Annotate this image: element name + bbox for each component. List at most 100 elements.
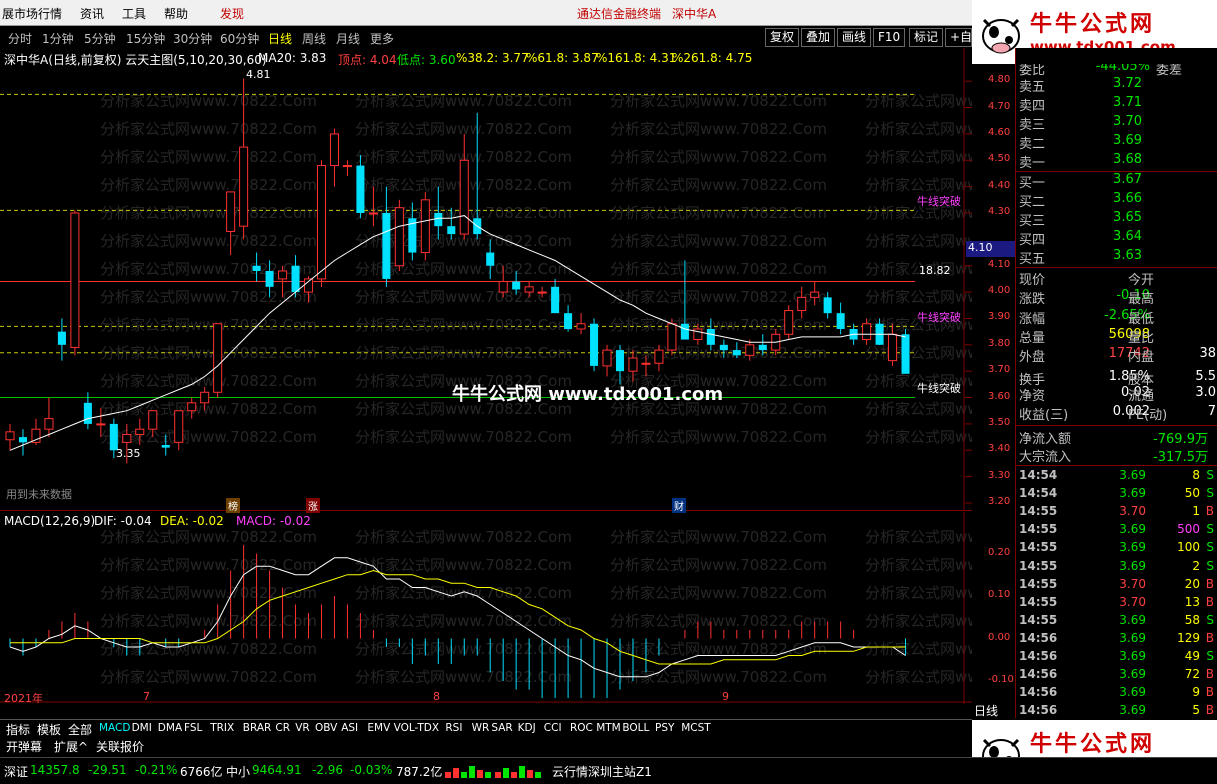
tick-price: 3.70 — [1119, 504, 1146, 519]
restore-rights-button[interactable]: 复权 — [765, 28, 800, 47]
period-more[interactable]: 更多 — [370, 30, 394, 47]
stat-label2: 流通 — [1128, 388, 1155, 404]
indicator-tab[interactable]: PSY — [655, 722, 674, 734]
watermark-text: 分析家公式网www.70822.Com — [100, 232, 317, 250]
stat-row: 总量 56098 量比 — [1016, 327, 1217, 346]
indicator-tab[interactable]: VR — [295, 722, 309, 734]
buy-level-row[interactable]: 买二 3.66 — [1016, 191, 1217, 210]
period-tab[interactable]: 15分钟 — [126, 30, 165, 47]
stat-label2: 最高 — [1128, 292, 1155, 308]
overlay-button[interactable]: 叠加 — [801, 28, 836, 47]
indicator-tab[interactable]: KDJ — [518, 722, 536, 734]
indicator-tab[interactable]: EMV — [367, 722, 390, 734]
watermark-text: 分析家公式网www.70822.Com — [355, 288, 572, 306]
indicator-tab[interactable]: TRIX — [210, 722, 234, 734]
watermark-text: 分析家公式网www.70822.Com — [100, 288, 317, 306]
tick-time: 14:55 — [1019, 594, 1058, 609]
indicator-tab[interactable]: MCST — [681, 722, 710, 734]
sell-level-row[interactable]: 卖四 3.71 — [1016, 95, 1217, 114]
indicator-tab[interactable]: FSL — [184, 722, 202, 734]
macd-chart[interactable]: 分析家公式网www.70822.Com 分析家公式网www.70822.Com 分析… — [0, 512, 1014, 705]
period-tab[interactable]: 月线 — [336, 30, 360, 47]
future-data-note: 用到未来数据 — [6, 488, 72, 501]
candle-body-down — [706, 329, 715, 345]
period-tab[interactable]: 30分钟 — [173, 30, 212, 47]
watermark-text: 分析家公式网www.70822.Com — [100, 148, 317, 166]
indicator-tab[interactable]: CR — [275, 722, 290, 734]
menu-news[interactable]: 资讯 — [80, 5, 104, 22]
sell-level-row[interactable]: 卖二 3.69 — [1016, 133, 1217, 152]
expand-button[interactable]: 扩展^ — [54, 738, 88, 755]
buy-level-row[interactable]: 买一 3.67 — [1016, 172, 1217, 191]
menu-market[interactable]: 展市场行情 — [2, 5, 62, 22]
sell-level-row[interactable]: 卖一 3.68 — [1016, 152, 1217, 171]
indicator-tab[interactable]: 全部 — [68, 721, 92, 738]
draw-line-button[interactable]: 画线 — [837, 28, 872, 47]
kline-canvas[interactable]: 分析家公式网www.70822.Com 分析家公式网www.70822.Com 分析… — [0, 48, 972, 511]
price-axis-tick: 4.00 — [988, 285, 1011, 297]
tick-time: 14:56 — [1019, 630, 1058, 645]
indicator-tab[interactable]: ASI — [341, 722, 358, 734]
indicator-tab[interactable]: BOLL — [622, 722, 649, 734]
sell-level-row[interactable]: 卖三 3.70 — [1016, 114, 1217, 133]
period-tab[interactable]: 60分钟 — [220, 30, 259, 47]
indicator-tab[interactable]: MACD — [99, 722, 130, 734]
buy-level-row[interactable]: 买三 3.65 — [1016, 210, 1217, 229]
mark-button[interactable]: 标记 — [909, 28, 944, 47]
period-tab[interactable]: 5分钟 — [84, 30, 116, 47]
candle-body-up — [200, 391, 210, 404]
candle-body-up — [342, 165, 352, 168]
danmaku-button[interactable]: 开弹幕 — [6, 738, 42, 755]
watermark-text: 分析家公式网www.70822.Com — [100, 344, 317, 362]
event-tag[interactable]: 榜 — [226, 498, 240, 513]
menu-tools[interactable]: 工具 — [122, 5, 146, 22]
server-name[interactable]: 云行情深圳主站Z1 — [552, 763, 652, 780]
candle-body-down — [291, 265, 300, 293]
daily-tab[interactable]: 日线 — [974, 702, 999, 719]
period-tab[interactable]: 分时 — [8, 30, 32, 47]
indicator-tab[interactable]: OBV — [315, 722, 337, 734]
tick-side: S — [1206, 522, 1214, 537]
period-tab[interactable]: 周线 — [302, 30, 326, 47]
sell-level-row[interactable]: 卖五 3.72 — [1016, 76, 1217, 95]
price-axis-tick: 3.30 — [988, 469, 1011, 481]
indicator-tab[interactable]: WR — [472, 722, 490, 734]
macd-axis-tick: 0.20 — [988, 546, 1011, 558]
indicator-tab[interactable]: 指标 — [6, 721, 30, 738]
buy-level-row[interactable]: 买五 3.63 — [1016, 248, 1217, 267]
indicator-tab[interactable]: VOL-TDX — [394, 722, 439, 734]
tick-time: 14:56 — [1019, 685, 1058, 700]
indicator-tab[interactable]: DMI — [132, 722, 152, 734]
indicator-tab[interactable]: RSI — [445, 722, 462, 734]
add-favorite-button[interactable]: +自选 — [945, 28, 972, 47]
candle-body-up — [537, 291, 547, 294]
tick-row: 14:56 3.69 129 B — [1016, 631, 1217, 649]
watermark-text: 分析家公式网www.70822.Com — [610, 232, 827, 250]
menu-help[interactable]: 帮助 — [164, 5, 188, 22]
indicator-tab[interactable]: ROC — [570, 722, 593, 734]
event-tag[interactable]: 财 — [672, 498, 686, 513]
main-kline-chart[interactable]: 分析家公式网www.70822.Com 分析家公式网www.70822.Com 分析… — [0, 48, 1016, 513]
stat-value2: 38 — [1199, 346, 1216, 362]
watermark-text: 分析家公式网www.70822.Com — [610, 612, 827, 630]
event-tag[interactable]: 涨 — [306, 498, 320, 513]
menu-discover[interactable]: 发现 — [220, 5, 244, 22]
f10-button[interactable]: F10 — [873, 28, 906, 47]
indicator-tab[interactable]: MTM — [596, 722, 621, 734]
period-tab-active[interactable]: 日线 — [268, 30, 292, 47]
indicator-tab[interactable]: CCI — [544, 722, 562, 734]
indicator-tab[interactable]: 模板 — [37, 721, 61, 738]
tick-side: S — [1206, 540, 1214, 555]
watermark-text: 分析家公式网www.70822.Com — [610, 204, 827, 222]
related-quote-button[interactable]: 关联报价 — [96, 738, 144, 755]
watermark-text: 分析家公式网www.70822.Com — [100, 204, 317, 222]
indicator-tab[interactable]: DMA — [158, 722, 182, 734]
macd-canvas[interactable]: 分析家公式网www.70822.Com 分析家公式网www.70822.Com 分析… — [0, 512, 972, 704]
candle-body-down — [823, 297, 832, 314]
buy-level-row[interactable]: 买四 3.64 — [1016, 229, 1217, 248]
month-label: 8 — [433, 690, 440, 703]
period-tab[interactable]: 1分钟 — [42, 30, 74, 47]
indicator-tab[interactable]: BRAR — [243, 722, 272, 734]
indicator-tab[interactable]: SAR — [491, 722, 512, 734]
tick-row: 14:56 3.69 5 B — [1016, 703, 1217, 721]
